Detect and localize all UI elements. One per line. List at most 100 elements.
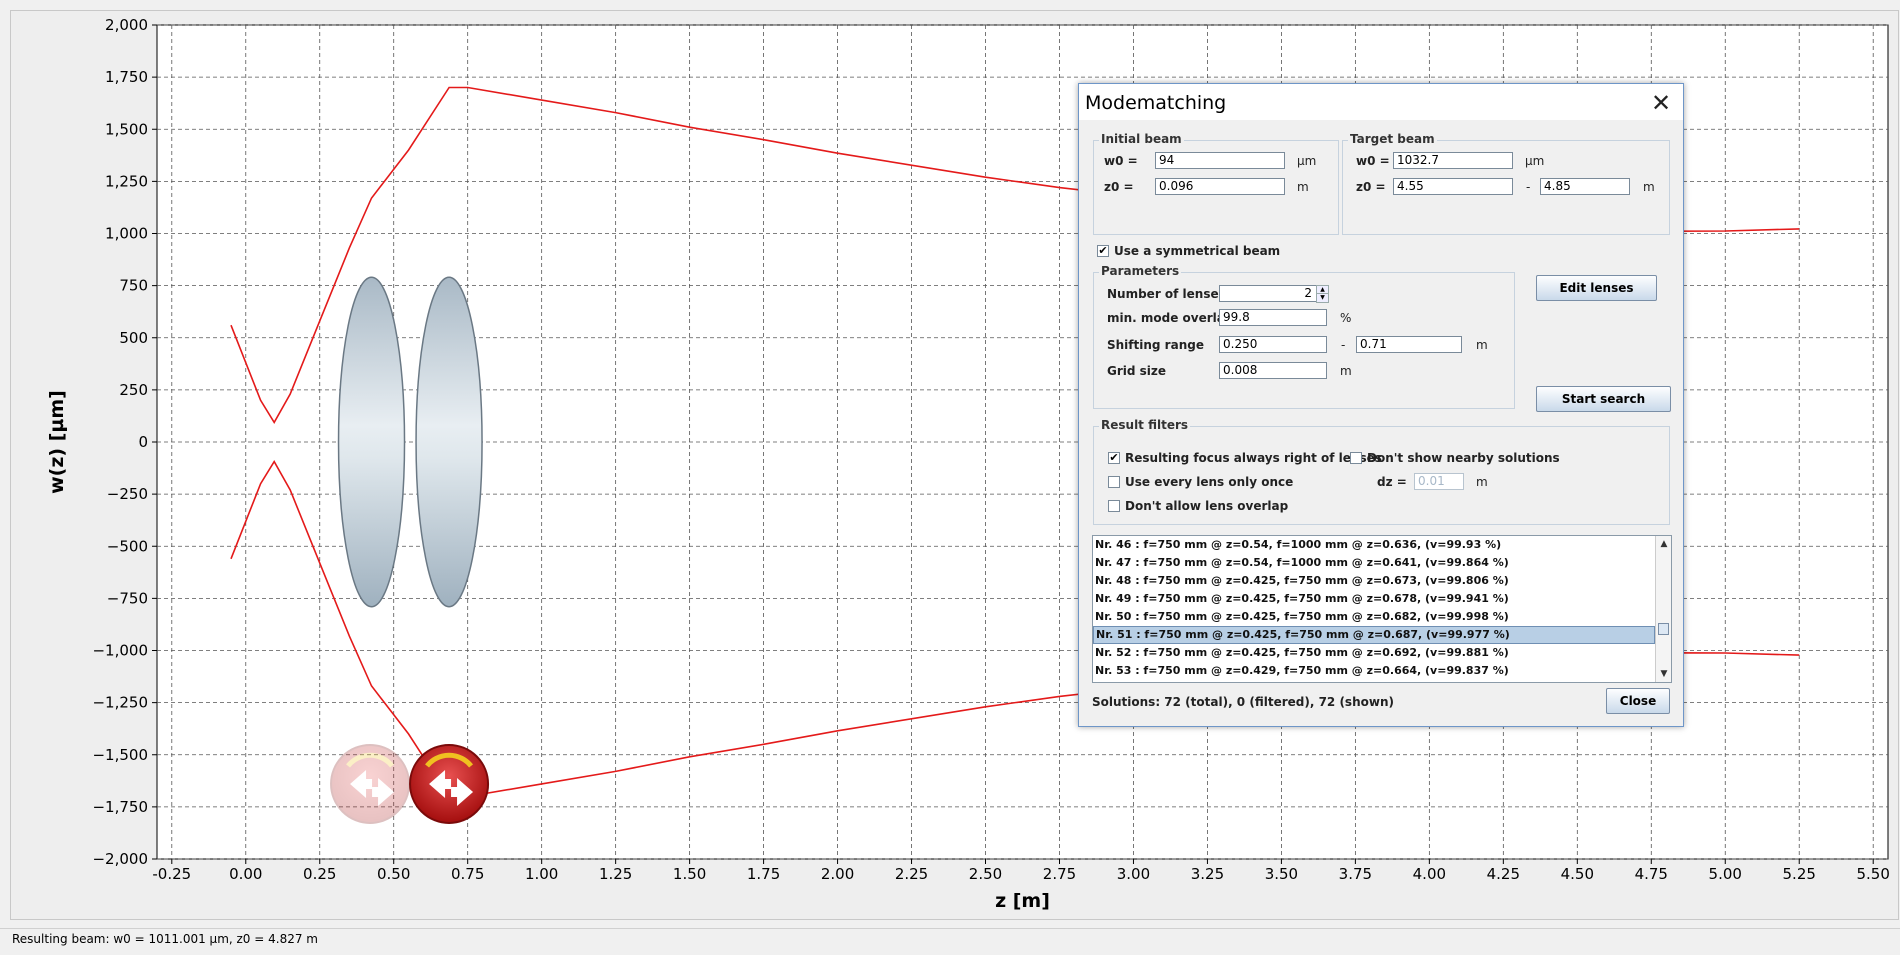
y-tick-label: −1,750	[92, 798, 148, 816]
result-row[interactable]: Nr. 48 : f=750 mm @ z=0.425, f=750 mm @ …	[1093, 572, 1655, 590]
x-tick-label: 0.75	[451, 865, 484, 883]
y-tick-label: 1,000	[105, 225, 148, 243]
y-tick-label: 250	[119, 381, 148, 399]
start-search-button[interactable]: Start search	[1536, 386, 1671, 412]
spinner-down-icon[interactable]: ▼	[1316, 293, 1329, 303]
result-row[interactable]: Nr. 49 : f=750 mm @ z=0.425, f=750 mm @ …	[1093, 590, 1655, 608]
result-filters-title: Result filters	[1099, 418, 1191, 432]
shift-unit: m	[1476, 338, 1488, 352]
parameters-title: Parameters	[1099, 264, 1182, 278]
initial-z0-field[interactable]: 0.096	[1155, 178, 1285, 195]
x-tick-label: 0.50	[377, 865, 410, 883]
result-row[interactable]: Nr. 52 : f=750 mm @ z=0.425, f=750 mm @ …	[1093, 644, 1655, 662]
initial-beam-group: Initial beam w0 = 94 µm z0 = 0.096 m	[1093, 132, 1339, 235]
x-tick-label: 0.25	[303, 865, 336, 883]
dz-field: 0.01	[1414, 473, 1464, 490]
result-row[interactable]: Nr. 50 : f=750 mm @ z=0.425, f=750 mm @ …	[1093, 608, 1655, 626]
initial-beam-title: Initial beam	[1099, 132, 1184, 146]
grid-size-label: Grid size	[1107, 364, 1167, 378]
overlap-unit: %	[1340, 311, 1352, 325]
scroll-down-icon[interactable]: ▼	[1657, 667, 1671, 681]
num-lenses-value: 2	[1304, 286, 1312, 300]
focus-right-checkbox[interactable]: ✔	[1108, 452, 1120, 464]
y-tick-label: 1,750	[105, 68, 148, 86]
y-axis-label: w(z) [µm]	[46, 390, 68, 494]
y-tick-label: −2,000	[92, 850, 148, 868]
every-lens-once-checkbox[interactable]	[1108, 476, 1120, 488]
target-w0-label: w0 =	[1356, 154, 1390, 168]
parameters-group: Parameters Number of lenses 2 ▲ ▼ min. m…	[1093, 264, 1515, 409]
y-tick-label: −1,500	[92, 746, 148, 764]
no-nearby-label: Don't show nearby solutions	[1367, 451, 1560, 465]
scroll-thumb[interactable]	[1658, 623, 1669, 635]
status-bar: Resulting beam: w0 = 1011.001 µm, z0 = 4…	[0, 928, 1900, 955]
target-z0-label: z0 =	[1356, 180, 1386, 194]
status-text: Resulting beam: w0 = 1011.001 µm, z0 = 4…	[12, 932, 318, 946]
initial-z0-label: z0 =	[1104, 180, 1134, 194]
result-row[interactable]: Nr. 46 : f=750 mm @ z=0.54, f=1000 mm @ …	[1093, 536, 1655, 554]
initial-z0-unit: m	[1297, 180, 1309, 194]
result-row[interactable]: Nr. 47 : f=750 mm @ z=0.54, f=1000 mm @ …	[1093, 554, 1655, 572]
x-tick-label: 2.25	[895, 865, 928, 883]
target-z0-unit: m	[1643, 180, 1655, 194]
x-tick-label: 2.00	[821, 865, 854, 883]
result-row[interactable]: Nr. 53 : f=750 mm @ z=0.429, f=750 mm @ …	[1093, 662, 1655, 680]
y-tick-label: −1,000	[92, 642, 148, 660]
no-overlap-checkbox[interactable]	[1108, 500, 1120, 512]
every-lens-once-label: Use every lens only once	[1125, 475, 1294, 489]
y-tick-label: −1,250	[92, 694, 148, 712]
x-tick-label: 4.00	[1413, 865, 1446, 883]
target-z0-to-field[interactable]: 4.85	[1540, 178, 1630, 195]
scroll-up-icon[interactable]: ▲	[1657, 537, 1671, 551]
y-tick-label: 750	[119, 277, 148, 295]
x-tick-label: 5.00	[1709, 865, 1742, 883]
num-lenses-spinner[interactable]: 2	[1219, 285, 1327, 302]
target-w0-field[interactable]: 1032.7	[1393, 152, 1513, 169]
edit-lenses-button[interactable]: Edit lenses	[1536, 275, 1657, 301]
shift-to-field[interactable]: 0.71	[1356, 336, 1462, 353]
x-tick-label: 5.25	[1783, 865, 1816, 883]
y-tick-label: 1,250	[105, 172, 148, 190]
lens-move-handle[interactable]	[330, 743, 411, 824]
overlap-label: min. mode overlap	[1107, 311, 1234, 325]
num-lenses-label: Number of lenses	[1107, 287, 1226, 301]
lens-move-handle[interactable]	[409, 743, 490, 824]
shift-dash: -	[1341, 338, 1346, 352]
x-tick-label: 3.25	[1191, 865, 1224, 883]
initial-w0-field[interactable]: 94	[1155, 152, 1285, 169]
overlap-field[interactable]: 99.8	[1219, 309, 1327, 326]
x-tick-label: 3.50	[1265, 865, 1298, 883]
results-scrollbar[interactable]: ▲ ▼	[1655, 536, 1671, 682]
x-tick-label: 4.75	[1635, 865, 1668, 883]
x-tick-label: 3.75	[1339, 865, 1372, 883]
initial-w0-label: w0 =	[1104, 154, 1138, 168]
lens-shape[interactable]	[337, 276, 406, 608]
close-icon[interactable]: ✕	[1644, 88, 1678, 118]
result-filters-group: Result filters ✔ Resulting focus always …	[1093, 418, 1670, 525]
solutions-summary: Solutions: 72 (total), 0 (filtered), 72 …	[1092, 695, 1394, 709]
target-w0-unit: µm	[1525, 154, 1545, 168]
focus-right-label: Resulting focus always right of lenses	[1125, 451, 1382, 465]
dialog-titlebar[interactable]: Modematching ✕	[1079, 84, 1683, 120]
lens-shape[interactable]	[415, 276, 483, 608]
x-tick-label: -0.25	[152, 865, 191, 883]
x-tick-label: 4.50	[1561, 865, 1594, 883]
target-z0-from-field[interactable]: 4.55	[1393, 178, 1513, 195]
y-tick-label: 2,000	[105, 16, 148, 34]
x-tick-label: 3.00	[1117, 865, 1150, 883]
results-list[interactable]: Nr. 46 : f=750 mm @ z=0.54, f=1000 mm @ …	[1092, 535, 1672, 683]
target-beam-group: Target beam w0 = 1032.7 µm z0 = 4.55 - 4…	[1342, 132, 1670, 235]
symmetric-beam-checkbox[interactable]: ✔	[1097, 245, 1109, 257]
grid-size-field[interactable]: 0.008	[1219, 362, 1327, 379]
check-icon: ✔	[1109, 451, 1119, 464]
shift-from-field[interactable]: 0.250	[1219, 336, 1327, 353]
x-tick-label: 5.50	[1857, 865, 1890, 883]
y-tick-label: 1,500	[105, 120, 148, 138]
x-tick-label: 1.00	[525, 865, 558, 883]
result-row[interactable]: Nr. 51 : f=750 mm @ z=0.425, f=750 mm @ …	[1093, 626, 1655, 644]
close-button[interactable]: Close	[1606, 688, 1670, 714]
no-nearby-checkbox[interactable]	[1350, 452, 1362, 464]
x-tick-label: 1.50	[673, 865, 706, 883]
check-icon: ✔	[1098, 244, 1108, 257]
x-tick-label: 4.25	[1487, 865, 1520, 883]
